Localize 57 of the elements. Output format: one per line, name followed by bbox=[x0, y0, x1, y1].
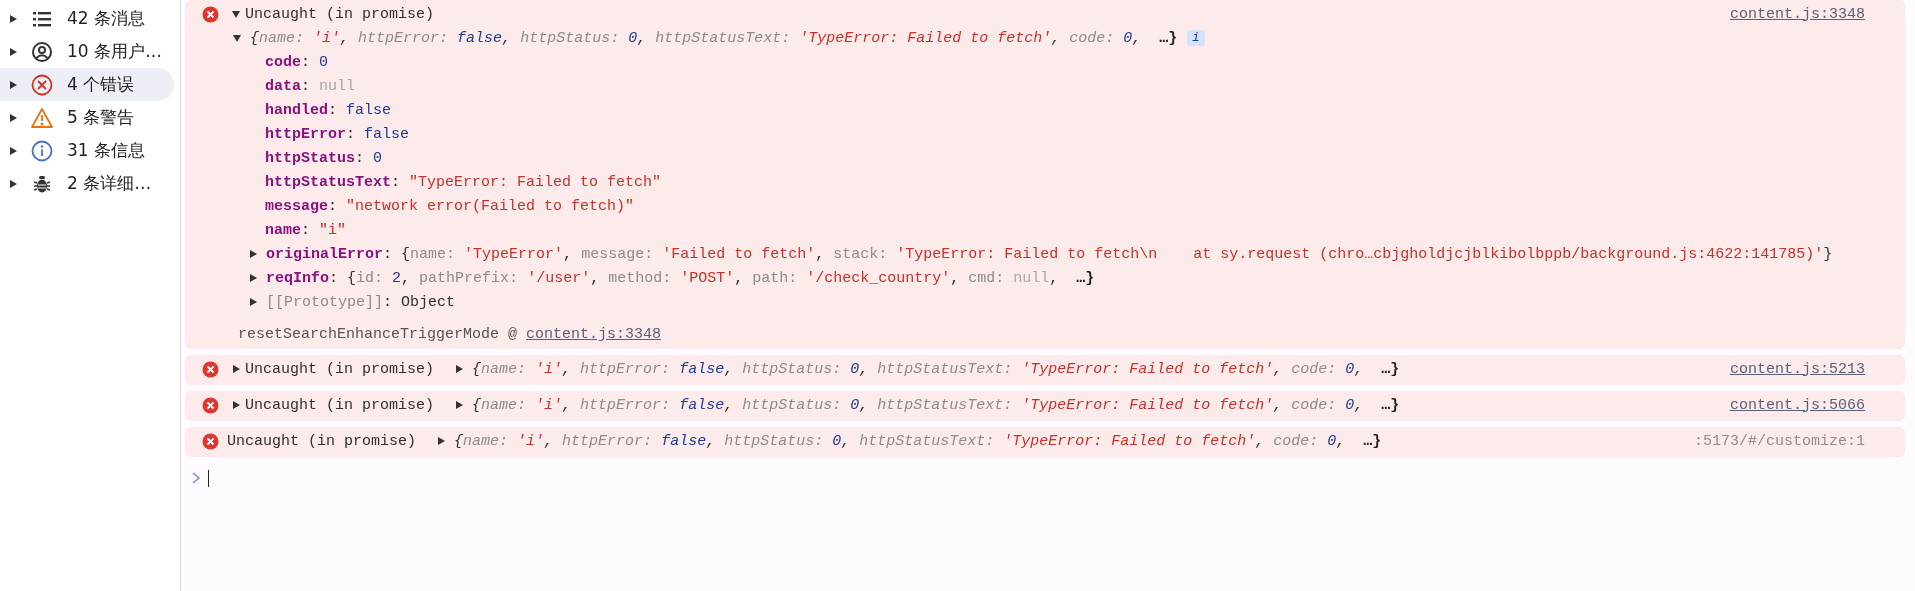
object-property: name: "i" bbox=[265, 221, 347, 239]
error-icon bbox=[202, 360, 219, 378]
source-link[interactable]: content.js:3348 bbox=[526, 326, 662, 343]
object-property: data: null bbox=[265, 77, 356, 95]
object-property: reqInfo: {id: 2, pathPrefix: '/user', method: 'POST', path: '/check_country', cmd: null, …} bbox=[266, 269, 1095, 287]
expand-arrow-icon[interactable] bbox=[231, 9, 241, 19]
object-property: message: "network error(Failed to fetch)" bbox=[265, 197, 635, 215]
error-title: Uncaught (in promise) bbox=[227, 432, 417, 450]
info-icon bbox=[31, 139, 53, 162]
expand-arrow-icon[interactable] bbox=[454, 400, 465, 410]
stack-frame: resetSearchEnhanceTriggerMode @ bbox=[238, 326, 527, 343]
error-title: Uncaught (in promise) bbox=[245, 360, 435, 378]
sidebar-item[interactable]: 5 条警告 bbox=[0, 101, 174, 134]
object-property: originalError: {name: 'TypeError', message: 'Failed to fetch', stack: 'TypeError: Failed to fetch\n at sy.request (chro…cbjgholdjcjblkibolbppb/background.js:4622:141785)'} bbox=[266, 245, 1833, 263]
object-property: code: 0 bbox=[265, 53, 329, 71]
warning-icon bbox=[31, 106, 53, 129]
expand-arrow-icon[interactable] bbox=[8, 178, 18, 189]
sidebar-item[interactable]: 4 个错误 bbox=[0, 68, 174, 101]
object-preview: {name: 'i', httpError: false, httpStatus: 0, httpStatusText: 'TypeError: Failed to fetch', code: 0, …} bbox=[472, 396, 1400, 414]
expand-arrow-icon[interactable] bbox=[248, 297, 258, 307]
error-icon bbox=[31, 73, 53, 96]
expand-arrow-icon[interactable] bbox=[8, 79, 18, 90]
expand-arrow-icon[interactable] bbox=[8, 13, 18, 24]
sidebar-item[interactable]: 42 条消息 bbox=[0, 2, 174, 35]
expand-arrow-icon[interactable] bbox=[248, 273, 258, 283]
expand-arrow-icon[interactable] bbox=[232, 33, 242, 43]
expand-arrow-icon[interactable] bbox=[436, 436, 447, 446]
object-property: [[Prototype]]: Object bbox=[266, 293, 456, 311]
info-badge[interactable]: i bbox=[1187, 30, 1205, 46]
sidebar-item[interactable]: 2 条详细… bbox=[0, 167, 174, 200]
source-link[interactable]: content.js:3348 bbox=[1709, 5, 1865, 23]
expand-arrow-icon[interactable] bbox=[248, 249, 258, 259]
error-title: Uncaught (in promise) bbox=[245, 5, 435, 23]
object-preview: {name: 'i', httpError: false, httpStatus: 0, httpStatusText: 'TypeError: Failed to fetch', code: 0, …} bbox=[472, 360, 1400, 378]
object-property: httpStatus: 0 bbox=[265, 149, 383, 167]
sidebar-item[interactable]: 31 条信息 bbox=[0, 134, 174, 167]
expand-arrow-icon[interactable] bbox=[8, 145, 18, 156]
object-property: httpStatusText: "TypeError: Failed to fetch" bbox=[265, 173, 662, 191]
source-link[interactable]: content.js:5066 bbox=[1709, 396, 1865, 414]
object-property: handled: false bbox=[265, 101, 392, 119]
expand-arrow-icon[interactable] bbox=[231, 400, 241, 410]
user-icon bbox=[31, 40, 53, 63]
source-link[interactable]: content.js:5213 bbox=[1709, 360, 1865, 378]
error-icon bbox=[202, 432, 219, 450]
expand-arrow-icon[interactable] bbox=[8, 46, 18, 57]
error-icon bbox=[202, 5, 219, 23]
error-title: Uncaught (in promise) bbox=[245, 396, 435, 414]
object-preview: {name: 'i', httpError: false, httpStatus: 0, httpStatusText: 'TypeError: Failed to fetch', code: 0, …} bbox=[454, 432, 1382, 450]
object-property: httpError: false bbox=[265, 125, 410, 143]
object-preview: {name: 'i', httpError: false, httpStatus: 0, httpStatusText: 'TypeError: Failed to fetch', code: 0, …} bbox=[250, 29, 1178, 47]
prompt-icon bbox=[191, 472, 201, 484]
error-icon bbox=[202, 396, 219, 414]
expand-arrow-icon[interactable] bbox=[454, 364, 465, 374]
expand-arrow-icon[interactable] bbox=[231, 364, 241, 374]
source-location: :5173/#/customize:1 bbox=[1692, 432, 1865, 450]
sidebar-item[interactable]: 10 条用户… bbox=[0, 35, 174, 68]
expand-arrow-icon[interactable] bbox=[8, 112, 18, 123]
